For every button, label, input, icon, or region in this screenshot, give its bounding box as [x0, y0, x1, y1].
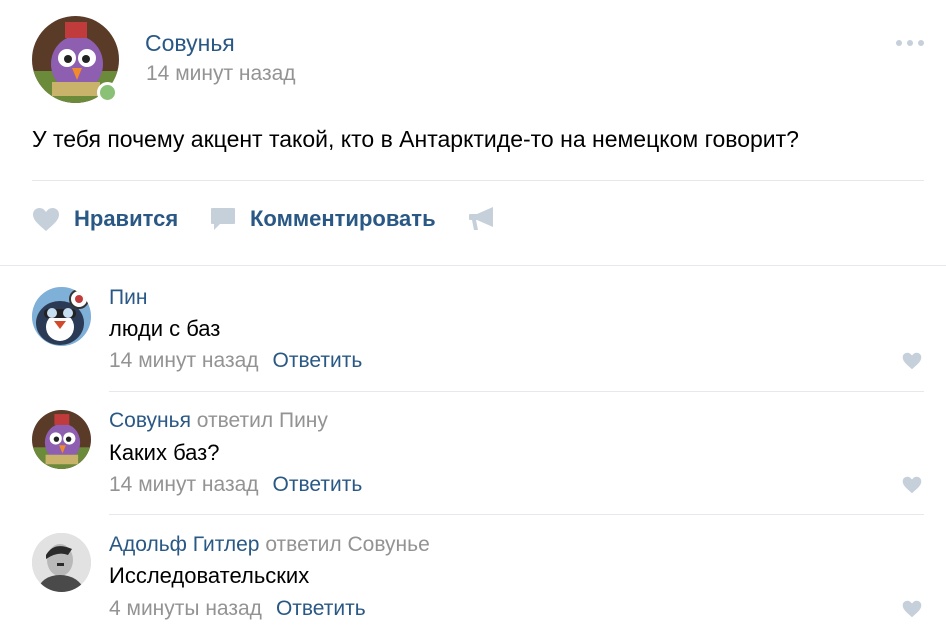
comment-avatar[interactable] — [32, 410, 91, 469]
reply-label: ответил — [196, 409, 274, 432]
comment-meta: 14 минут назад Ответить — [109, 349, 362, 373]
heart-icon — [33, 207, 59, 231]
heart-icon — [902, 352, 922, 370]
comment-author-line: Адольф Гитлер ответил Совунье — [109, 533, 430, 557]
post-divider — [32, 180, 924, 181]
reply-button[interactable]: Ответить — [273, 349, 363, 372]
comment-time[interactable]: 14 минут назад — [109, 349, 259, 372]
portrait-avatar-icon — [32, 533, 91, 592]
reply-button[interactable]: Ответить — [276, 597, 366, 620]
comment-time[interactable]: 14 минут назад — [109, 473, 259, 496]
comment-divider — [109, 514, 924, 515]
comment-text: Каких баз? — [109, 440, 220, 465]
comment-text: люди с баз — [109, 316, 221, 341]
comment-icon — [211, 207, 235, 230]
comment-author[interactable]: Совунья — [109, 409, 191, 432]
comment-author[interactable]: Пин — [109, 286, 147, 309]
comment-time[interactable]: 4 минуты назад — [109, 597, 262, 620]
comment-like-button[interactable] — [902, 600, 922, 623]
comment-avatar[interactable] — [32, 533, 91, 592]
like-label: Нравится — [74, 206, 179, 231]
comment-meta: 14 минут назад Ответить — [109, 473, 362, 497]
comment-divider — [109, 391, 924, 392]
actions-divider — [0, 265, 946, 266]
comment-author-line: Совунья ответил Пину — [109, 409, 328, 433]
reply-label: ответил — [265, 533, 342, 556]
reply-button[interactable]: Ответить — [273, 473, 363, 496]
comment-like-button[interactable] — [902, 352, 922, 375]
comment-author[interactable]: Адольф Гитлер — [109, 533, 259, 556]
share-button[interactable] — [468, 206, 496, 232]
comment-avatar[interactable] — [32, 287, 91, 346]
reply-to[interactable]: Пину — [279, 409, 328, 432]
comment-button[interactable]: Комментировать — [210, 206, 436, 232]
post-text: У тебя почему акцент такой, кто в Антарк… — [32, 126, 799, 152]
comment-text: Исследовательских — [109, 563, 310, 588]
heart-icon — [902, 600, 922, 618]
comment-meta: 4 минуты назад Ответить — [109, 597, 366, 621]
online-indicator — [97, 82, 118, 103]
comment-author-line: Пин — [109, 286, 147, 310]
like-button[interactable]: Нравится — [32, 206, 178, 232]
post-author-name[interactable]: Совунья — [145, 30, 235, 57]
post-timestamp[interactable]: 14 минут назад — [146, 62, 296, 86]
reply-to[interactable]: Совунье — [348, 533, 430, 556]
heart-icon — [902, 476, 922, 494]
penguin-avatar-icon — [32, 287, 91, 346]
comment-label: Комментировать — [250, 206, 436, 231]
comment-like-button[interactable] — [902, 476, 922, 499]
megaphone-icon — [469, 207, 493, 230]
post-menu-icon[interactable] — [896, 40, 924, 46]
owl-avatar-icon — [32, 410, 91, 469]
